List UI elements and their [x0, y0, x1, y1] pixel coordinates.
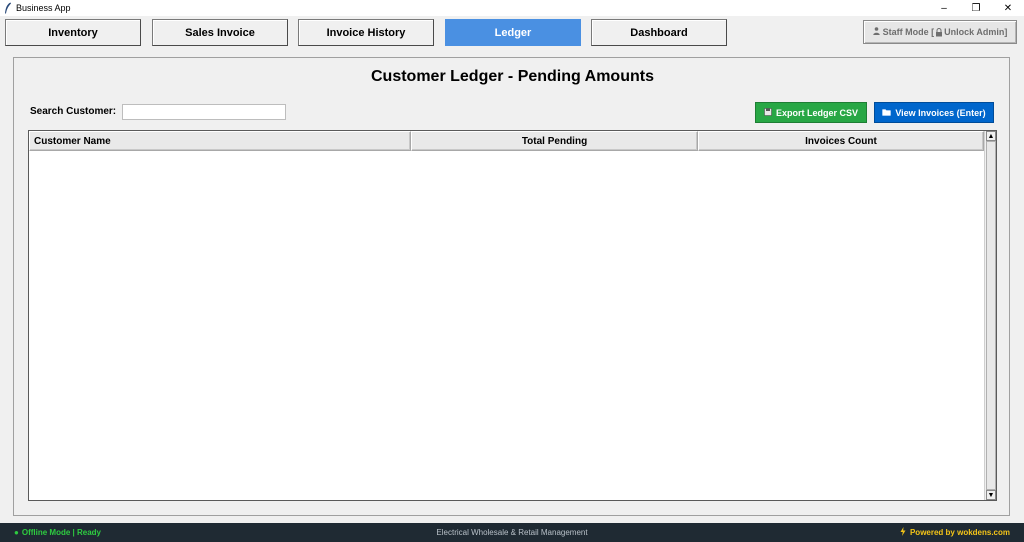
- scroll-down-arrow-icon[interactable]: ▼: [986, 490, 996, 500]
- tab-invoice-history[interactable]: Invoice History: [298, 19, 434, 46]
- view-invoices-button[interactable]: View Invoices (Enter): [874, 102, 994, 123]
- person-icon: [872, 27, 880, 37]
- lightning-icon: [900, 527, 906, 538]
- status-footer: ● Offline Mode | Ready Electrical Wholes…: [0, 523, 1024, 542]
- table-header: Customer Name Total Pending Invoices Cou…: [29, 131, 984, 151]
- column-header-invoices-count[interactable]: Invoices Count: [698, 131, 984, 151]
- view-invoices-label: View Invoices (Enter): [895, 107, 986, 118]
- close-button[interactable]: ✕: [992, 0, 1024, 16]
- lock-icon: [935, 27, 943, 37]
- app-subtitle: Electrical Wholesale & Retail Management: [436, 528, 588, 537]
- tab-ledger[interactable]: Ledger: [445, 19, 581, 46]
- scroll-up-arrow-icon[interactable]: ▲: [986, 131, 996, 141]
- export-ledger-csv-button[interactable]: Export Ledger CSV: [755, 102, 867, 123]
- status-indicator: ● Offline Mode | Ready: [14, 528, 101, 537]
- restore-button[interactable]: ❐: [960, 0, 992, 16]
- ledger-panel: Customer Ledger - Pending Amounts Search…: [13, 57, 1010, 516]
- search-customer-input[interactable]: [122, 104, 286, 120]
- powered-by: Powered by wokdens.com: [900, 527, 1010, 538]
- vertical-scrollbar[interactable]: ▲ ▼: [984, 131, 996, 500]
- tab-sales-invoice[interactable]: Sales Invoice: [152, 19, 288, 46]
- folder-icon: [882, 108, 892, 118]
- ledger-table: Customer Name Total Pending Invoices Cou…: [28, 130, 997, 501]
- search-customer-label: Search Customer:: [30, 106, 117, 117]
- window-controls: – ❐ ✕: [928, 0, 1024, 16]
- scroll-thumb[interactable]: [986, 141, 996, 490]
- unlock-admin-button[interactable]: Staff Mode [ Unlock Admin]: [863, 20, 1017, 44]
- minimize-button[interactable]: –: [928, 0, 960, 16]
- tab-inventory[interactable]: Inventory: [5, 19, 141, 46]
- page-title: Customer Ledger - Pending Amounts: [371, 68, 654, 85]
- table-body[interactable]: [29, 151, 984, 500]
- staff-mode-label: Staff Mode [: [882, 27, 935, 37]
- column-header-total-pending[interactable]: Total Pending: [411, 131, 698, 151]
- save-icon: [764, 107, 772, 118]
- unlock-admin-label: Unlock Admin]: [944, 27, 1008, 37]
- status-text: Offline Mode | Ready: [21, 528, 101, 537]
- dot-icon: ●: [14, 528, 19, 537]
- feather-icon: [3, 2, 13, 14]
- column-header-customer-name[interactable]: Customer Name: [29, 131, 411, 151]
- window-title: Business App: [16, 3, 71, 13]
- tab-dashboard[interactable]: Dashboard: [591, 19, 727, 46]
- export-ledger-csv-label: Export Ledger CSV: [775, 107, 858, 118]
- powered-by-text: Powered by wokdens.com: [909, 528, 1010, 537]
- title-bar: Business App – ❐ ✕: [0, 0, 1024, 16]
